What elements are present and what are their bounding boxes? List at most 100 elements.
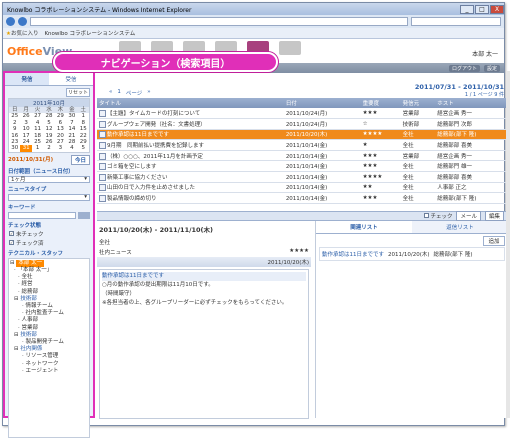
reset-button[interactable]: リセット bbox=[66, 88, 90, 97]
navigation-callout: ナビゲーション（検索項目） bbox=[53, 52, 278, 72]
calendar-title: 2011年10月 bbox=[9, 99, 89, 107]
close-button[interactable]: X bbox=[490, 4, 504, 14]
cell-date: 2011/10/14(金) bbox=[283, 150, 361, 162]
tree-item[interactable]: · エージェント bbox=[10, 368, 88, 375]
tree-item-label: 社内監査チーム bbox=[25, 310, 64, 317]
tree-item[interactable]: ⊟ 技術部 bbox=[10, 332, 88, 339]
related-item[interactable]: 動作承認は11日までです 2011/10/20(木) 総務部(部下 隆) bbox=[319, 247, 505, 261]
column-header[interactable]: 日付 bbox=[283, 98, 361, 108]
cell-from: 全社 bbox=[400, 192, 436, 204]
tree-item[interactable]: · リソース管理 bbox=[10, 353, 88, 360]
keyword-label: キーワード bbox=[8, 204, 36, 211]
browser-search-input[interactable] bbox=[411, 17, 501, 26]
add-button[interactable]: 追加 bbox=[483, 236, 505, 246]
news-item-icon bbox=[99, 184, 106, 192]
calendar-day[interactable]: 3 bbox=[55, 145, 66, 151]
table-row[interactable]: 新築工事に協力ください 2011/10/14(金) ★★★★ 全社 総務部部 喜美 bbox=[97, 171, 508, 183]
table-row[interactable]: 【主題】タイムカードの打刻について 2011/10/24(月) ★★★ 営業部 経営企画… bbox=[97, 108, 508, 120]
column-header[interactable]: 重要度 bbox=[360, 98, 401, 108]
tree-item[interactable]: · 総務部 bbox=[10, 289, 88, 296]
calendar-day[interactable]: 4 bbox=[66, 145, 77, 151]
calendar-day[interactable]: 31 bbox=[20, 145, 32, 152]
table-row[interactable]: グループウェア開発（社名：文書処理） 2011/10/24(月) ☆ 技術部 総務部門 … bbox=[97, 118, 508, 130]
row-title[interactable]: 【主題】タイムカードの打刻について bbox=[107, 111, 200, 117]
keyword-row bbox=[8, 211, 90, 219]
news-item-icon bbox=[99, 110, 106, 118]
table-row[interactable]: 動作承認は11日までです 2011/10/20(木) ★★★★ 全社 総務部(部下 隆) bbox=[97, 129, 508, 141]
table-row[interactable]: ゴミ箱を空にします 2011/10/14(金) ★★★ 全社 総務部門 雄一 bbox=[97, 160, 508, 173]
minimize-button[interactable]: _ bbox=[460, 4, 474, 14]
cell-imp: ★★★ bbox=[360, 192, 401, 204]
row-title[interactable]: 新築工事に協力ください bbox=[107, 175, 168, 181]
cell-host: 総務部部 喜美 bbox=[435, 139, 508, 151]
pager-prev[interactable]: « bbox=[109, 89, 112, 97]
tree-item[interactable]: · 経営 bbox=[10, 281, 88, 288]
cell-imp: ★★★ bbox=[360, 108, 401, 120]
table-row[interactable]: 山田の日で入力件を止めさせました 2011/10/14(金) ★★ 全社 人事部 正之 bbox=[97, 182, 508, 194]
url-input[interactable] bbox=[30, 17, 408, 26]
detail-link[interactable]: 動作承認は11日までです bbox=[102, 272, 306, 281]
table-row[interactable]: 9月期 同期前払い提携費を記録します 2011/10/14(金) ★ 全社 総務部部 喜… bbox=[97, 139, 508, 151]
checkbox-checked[interactable]: ✓ bbox=[9, 240, 14, 246]
forward-icon[interactable] bbox=[18, 17, 27, 26]
check-toggle[interactable]: チェック bbox=[423, 212, 453, 220]
detail-body: 動作承認は11日までです ○月の動作承認の提出期限は11月10日です。 （時間厳… bbox=[99, 269, 309, 419]
user-name[interactable]: 本部 太一 bbox=[472, 49, 498, 58]
tab-receive[interactable]: 受信 bbox=[49, 73, 93, 85]
row-title[interactable]: 動作承認は11日までです bbox=[107, 132, 169, 138]
tab-related[interactable]: 関連リスト bbox=[316, 221, 412, 233]
calendar-day[interactable]: 30 bbox=[9, 145, 20, 151]
tab-replies[interactable]: 返信リスト bbox=[412, 221, 508, 233]
keyword-input[interactable] bbox=[8, 211, 76, 219]
pager-next[interactable]: » bbox=[147, 89, 150, 97]
cell-date: 2011/10/14(金) bbox=[283, 182, 361, 194]
range-select[interactable]: 1ヶ月 ▾ bbox=[8, 175, 90, 184]
favorites-button[interactable]: ★お気に入り bbox=[6, 29, 38, 37]
row-title[interactable]: グループウェア開発（社名：文書処理） bbox=[107, 122, 206, 128]
table-row[interactable]: 製品情報の締め切り 2011/10/14(金) ★★★ 全社 総務部(部下 隆) bbox=[97, 192, 508, 204]
column-header[interactable]: ホスト bbox=[435, 98, 508, 108]
mail-button[interactable]: メール bbox=[456, 211, 481, 221]
news-type-select[interactable]: ▾ bbox=[8, 193, 90, 201]
checked-option[interactable]: ✓ チェック済 bbox=[9, 239, 89, 247]
tab-send[interactable]: 発信 bbox=[5, 73, 49, 85]
checkbox-unchecked[interactable]: ✓ bbox=[9, 231, 14, 237]
row-title[interactable]: ゴミ箱を空にします bbox=[107, 164, 157, 170]
check-status-label: チェック状態 bbox=[8, 222, 42, 229]
tree-item[interactable]: · 人事部 bbox=[10, 317, 88, 324]
edit-button[interactable]: 編集 bbox=[484, 211, 504, 221]
tree-item[interactable]: ⊟ 本部 太一 bbox=[10, 259, 88, 268]
news-item-icon bbox=[99, 131, 106, 139]
calendar-day[interactable]: 2 bbox=[43, 145, 54, 151]
cell-from: 全社 bbox=[400, 139, 436, 151]
column-header[interactable]: タイトル bbox=[97, 98, 284, 108]
direction-tabs: 発信 受信 bbox=[5, 73, 93, 86]
calendar-grid: 日月火水木金土 25 26 27 28 29 30 1 2 3 4 5 6 7 8 9 10 11 12 13 14 15… bbox=[9, 107, 89, 152]
back-icon[interactable] bbox=[6, 17, 15, 26]
row-title[interactable]: 製品情報の締め切り bbox=[107, 196, 157, 202]
favorites-bar: ★お気に入り Knowlbo コラボレーションシステム bbox=[3, 28, 504, 39]
browser-tab[interactable]: Knowlbo コラボレーションシステム bbox=[44, 29, 135, 37]
range-value: 1ヶ月 bbox=[11, 177, 26, 184]
related-item-title: 動作承認は11日までです bbox=[322, 252, 384, 258]
tree-item[interactable]: ⊟ 技術部 bbox=[10, 296, 88, 303]
keyword-search-button[interactable] bbox=[78, 211, 90, 219]
checkbox[interactable] bbox=[423, 213, 429, 218]
unchecked-option[interactable]: ✓ 未チェック bbox=[9, 230, 89, 238]
calendar-day[interactable]: 1 bbox=[32, 145, 43, 151]
maximize-button[interactable]: □ bbox=[475, 4, 489, 14]
tree-item[interactable]: · ネットワーク bbox=[10, 361, 88, 368]
row-title[interactable]: （株）○○○、2011年11月を計画予定 bbox=[107, 154, 203, 160]
row-title[interactable]: 山田の日で入力件を止めさせました bbox=[107, 185, 195, 191]
check-label: チェック bbox=[430, 214, 453, 220]
tree-item[interactable]: · 営業部 bbox=[10, 325, 88, 332]
calendar-day[interactable]: 5 bbox=[78, 145, 89, 151]
row-title[interactable]: 9月期 同期前払い提携費を記録します bbox=[107, 143, 204, 149]
detail-kind-row: 社内ニュース ★★★★ bbox=[97, 247, 311, 257]
pager-page[interactable]: 1 bbox=[117, 89, 121, 97]
today-button[interactable]: 今日 bbox=[70, 154, 90, 165]
facebook-icon[interactable] bbox=[279, 41, 301, 55]
column-header[interactable]: 発信元 bbox=[400, 98, 436, 108]
table-row[interactable]: （株）○○○、2011年11月を計画予定 2011/10/14(金) ★★★ 営業部経… bbox=[97, 150, 508, 162]
page-scrollbar[interactable] bbox=[506, 71, 510, 418]
